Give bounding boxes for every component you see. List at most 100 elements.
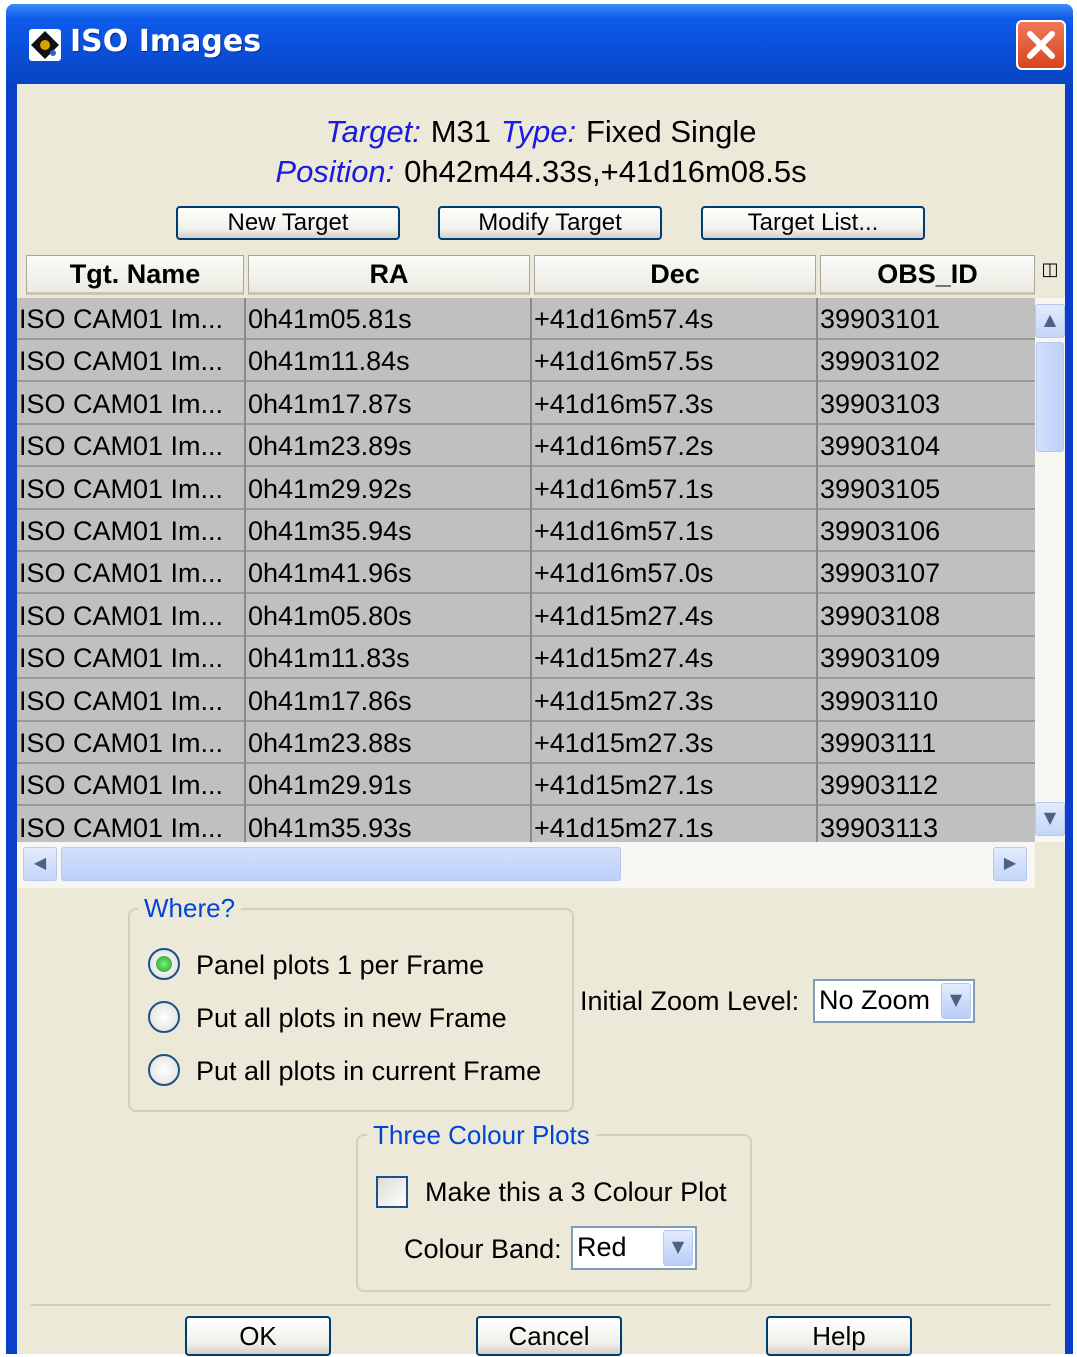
cell-tgt-name: ISO CAM01 Im... [19,346,224,377]
results-table: Tgt. Name RA Dec OBS_ID ◫ ISO CAM01 Im..… [17,250,1065,888]
three-colour-checkbox[interactable] [376,1176,408,1208]
cell-ra: 0h41m41.96s [248,558,412,589]
modify-target-button[interactable]: Modify Target [438,206,662,240]
cell-tgt-name: ISO CAM01 Im... [19,431,224,462]
table-row[interactable]: ISO CAM01 Im... 0h41m17.87s +41d16m57.3s 39… [17,383,1035,425]
cell-ra: 0h41m23.88s [248,728,412,758]
radio-panel-plots-label[interactable]: Panel plots 1 per Frame [196,950,484,981]
colour-band-select[interactable]: Red ▼ [571,1226,697,1270]
vertical-scroll-thumb[interactable] [1036,342,1064,452]
where-legend: Where? [138,893,242,924]
table-row[interactable]: ISO CAM01 Im... 0h41m05.80s +41d15m27.4s 39… [17,595,1035,637]
cell-tgt-name: ISO CAM01 Im... [19,685,224,716]
table-row[interactable]: ISO CAM01 Im... 0h41m23.88s +41d15m27.3s 39… [17,722,1035,764]
horizontal-scrollbar[interactable]: ◀ ▶ [17,842,1035,888]
help-button[interactable]: Help [766,1316,912,1356]
target-list-button[interactable]: Target List... [701,206,925,240]
cell-tgt-name: ISO CAM01 Im... [19,473,224,504]
cell-dec: +41d16m57.1s [534,516,714,546]
table-header: Tgt. Name RA Dec OBS_ID [17,250,1035,298]
table-row[interactable]: ISO CAM01 Im... 0h41m05.81s +41d16m57.4s 39… [17,298,1035,340]
cell-obs-id: 39903110 [820,685,939,716]
table-row[interactable]: ISO CAM01 Im... 0h41m17.86s +41d15m27.3s 39… [17,680,1035,722]
dialog-content: Target: M31 Type: Fixed Single Position:… [17,84,1065,1356]
column-divider [244,298,246,842]
radio-current-frame[interactable] [148,1054,180,1086]
position-label: Position: [275,154,395,189]
three-colour-checkbox-label[interactable]: Make this a 3 Colour Plot [425,1177,727,1208]
cell-tgt-name: ISO CAM01 Im... [19,516,224,546]
title-bar[interactable]: ISO Images [6,4,1073,84]
scroll-right-button[interactable]: ▶ [993,847,1027,881]
cell-ra: 0h41m17.87s [248,388,412,419]
column-header-obs-id[interactable]: OBS_ID [820,255,1035,295]
cell-tgt-name: ISO CAM01 Im... [19,643,224,674]
scroll-corner [1035,842,1065,888]
target-value: M31 [430,114,491,149]
scroll-down-button[interactable]: ▼ [1035,802,1065,836]
scroll-up-button[interactable]: ▲ [1035,304,1065,338]
zoom-level-value: No Zoom [819,985,931,1015]
cell-tgt-name: ISO CAM01 Im... [19,304,224,334]
chevron-left-icon: ◀ [33,853,47,872]
horizontal-scroll-thumb[interactable] [61,847,621,881]
radio-new-frame-label[interactable]: Put all plots in new Frame [196,1003,507,1034]
zoom-level-select[interactable]: No Zoom ▼ [813,979,975,1023]
cell-ra: 0h41m05.80s [248,600,412,631]
chevron-down-icon[interactable]: ▼ [941,983,971,1019]
cell-ra: 0h41m17.86s [248,685,412,716]
column-header-ra[interactable]: RA [248,255,530,295]
three-colour-legend: Three Colour Plots [367,1120,596,1151]
table-row[interactable]: ISO CAM01 Im... 0h41m11.84s +41d16m57.5s 39… [17,340,1035,383]
table-row[interactable]: ISO CAM01 Im... 0h41m11.83s +41d15m27.4s 39… [17,637,1035,680]
radio-panel-plots[interactable] [148,948,180,980]
position-value: 0h42m44.33s,+41d16m08.5s [404,154,807,189]
cell-dec: +41d16m57.4s [534,304,714,334]
cell-ra: 0h41m11.83s [248,643,410,674]
chevron-down-icon[interactable]: ▼ [663,1230,693,1266]
close-icon [1027,31,1055,59]
close-button[interactable] [1016,20,1066,70]
cell-ra: 0h41m29.91s [248,770,412,801]
ok-button[interactable]: OK [185,1316,331,1356]
zoom-label: Initial Zoom Level: [580,986,800,1016]
column-divider [816,298,818,842]
cell-dec: +41d16m57.5s [534,346,714,377]
cell-ra: 0h41m05.81s [248,304,412,334]
column-header-tgt-name[interactable]: Tgt. Name [26,255,244,295]
column-header-dec[interactable]: Dec [534,255,816,295]
table-body: ISO CAM01 Im... 0h41m35.93s +41d15m27.1s 39… [17,298,1035,842]
scroll-left-button[interactable]: ◀ [23,847,57,881]
window-title: ISO Images [70,24,262,59]
cell-tgt-name: ISO CAM01 Im... [19,388,224,419]
cell-dec: +41d15m27.4s [534,643,714,674]
cell-tgt-name: ISO CAM01 Im... [19,812,224,842]
table-row[interactable]: ISO CAM01 Im... 0h41m29.92s +41d16m57.1s 39… [17,468,1035,510]
cell-obs-id: 39903107 [820,558,941,589]
target-line: Target: M31 Type: Fixed Single [17,114,1065,150]
table-row[interactable]: ISO CAM01 Im... 0h41m23.89s +41d16m57.2s 39… [17,425,1035,468]
cell-tgt-name: ISO CAM01 Im... [19,770,224,801]
radio-current-frame-label[interactable]: Put all plots in current Frame [196,1056,541,1087]
cell-ra: 0h41m29.92s [248,473,412,504]
cell-dec: +41d16m57.0s [534,558,714,589]
new-target-button[interactable]: New Target [176,206,400,240]
table-row[interactable]: ISO CAM01 Im... 0h41m35.93s +41d15m27.1s 39… [17,807,1035,842]
table-row[interactable]: ISO CAM01 Im... 0h41m29.91s +41d15m27.1s 39… [17,764,1035,807]
type-label: Type: [500,114,577,149]
cell-dec: +41d16m57.3s [534,388,714,419]
cancel-button[interactable]: Cancel [476,1316,622,1356]
chevron-up-icon: ▲ [1043,310,1057,329]
table-row[interactable]: ISO CAM01 Im... 0h41m35.94s +41d16m57.1s 39… [17,510,1035,552]
target-label: Target: [325,114,421,149]
radio-new-frame[interactable] [148,1001,180,1033]
cell-dec: +41d15m27.3s [534,728,714,758]
table-row[interactable]: ISO CAM01 Im... 0h41m41.96s +41d16m57.0s 39… [17,552,1035,595]
chevron-right-icon: ▶ [1003,853,1017,872]
cell-obs-id: 39903108 [820,600,941,631]
vertical-scrollbar[interactable]: ▲ ▼ [1035,298,1065,842]
column-chooser-icon[interactable]: ◫ [1035,250,1065,298]
cell-dec: +41d16m57.1s [534,473,714,504]
cell-tgt-name: ISO CAM01 Im... [19,558,224,589]
colour-band-value: Red [577,1232,627,1262]
